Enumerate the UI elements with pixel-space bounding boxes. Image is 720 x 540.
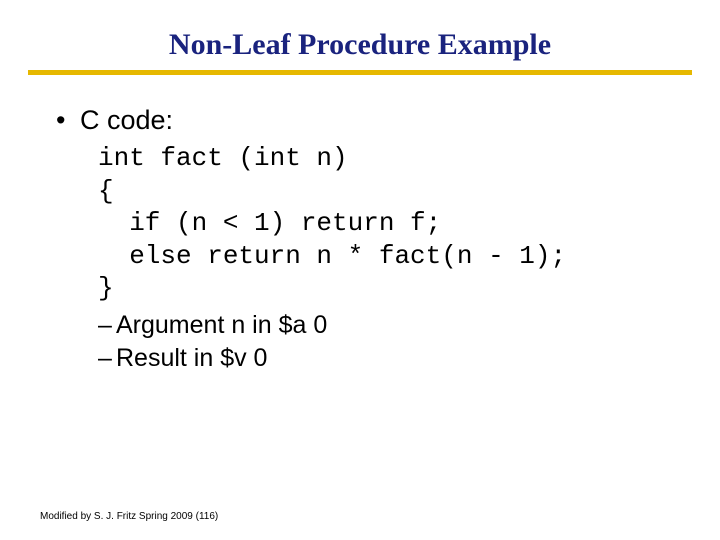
dash-marker: – [98,309,116,343]
footer-text: Modified by S. J. Fritz Spring 2009 (116… [40,511,218,522]
bullet-marker: • [56,105,80,136]
sub-bullet-text: Result in $v 0 [116,344,267,372]
dash-marker: – [98,342,116,376]
sub-bullet-list: –Argument n in $a 0 –Result in $v 0 [56,305,690,377]
bullet-item: • C code: [56,105,690,136]
sub-bullet-text: Argument n in $a 0 [116,311,327,339]
sub-bullet-item: –Argument n in $a 0 [98,309,690,343]
bullet-text: C code: [80,105,173,136]
code-block: int fact (int n) { if (n < 1) return f; … [56,142,690,305]
sub-bullet-item: –Result in $v 0 [98,342,690,376]
slide-title: Non-Leaf Procedure Example [0,0,720,70]
content-area: • C code: int fact (int n) { if (n < 1) … [0,105,720,376]
title-underline [28,70,692,75]
